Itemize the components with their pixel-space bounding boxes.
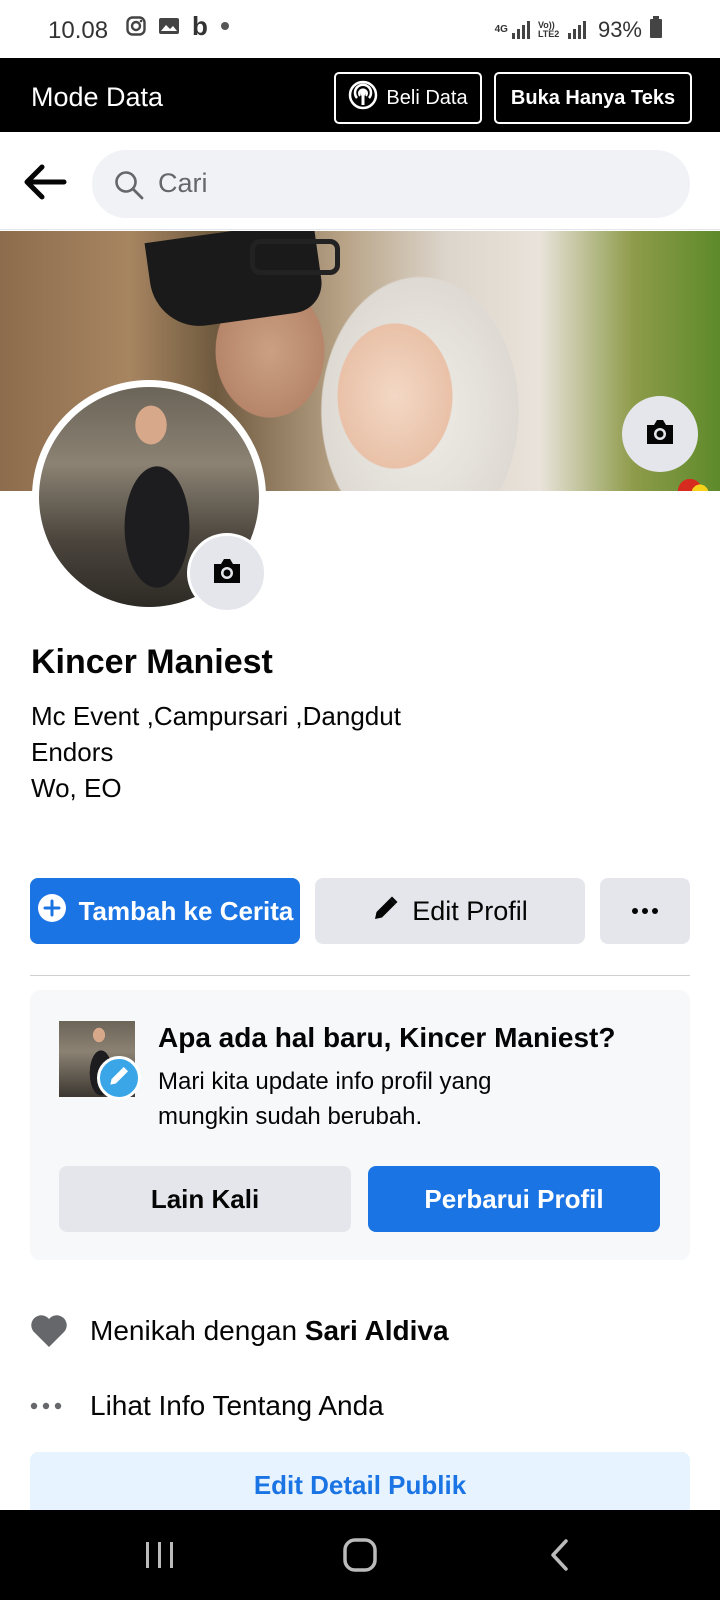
profile-camera-button[interactable] bbox=[187, 533, 267, 613]
battery-percent: 93% bbox=[597, 17, 642, 42]
camera-icon bbox=[211, 557, 243, 590]
bio-line: Mc Event ,Campursari ,Dangdut bbox=[31, 701, 401, 731]
back-nav-icon[interactable] bbox=[530, 1530, 590, 1580]
pencil-icon bbox=[372, 894, 400, 929]
b-app-icon: b bbox=[192, 11, 208, 41]
signal-icon: 4G Vo)) LTE2 bbox=[495, 21, 590, 39]
search-placeholder: Cari bbox=[158, 168, 208, 198]
later-label: Lain Kali bbox=[150, 1183, 260, 1214]
more-options-button[interactable] bbox=[600, 878, 690, 944]
update-profile-label: Perbarui Profil bbox=[424, 1183, 604, 1214]
heart-icon bbox=[30, 1314, 90, 1348]
home-icon[interactable] bbox=[330, 1530, 390, 1580]
bio-line: Endors bbox=[31, 737, 114, 767]
buy-data-button[interactable]: Beli Data bbox=[334, 72, 482, 124]
open-text-only-button[interactable]: Buka Hanya Teks bbox=[494, 72, 692, 124]
edit-public-details-label: Edit Detail Publik bbox=[253, 1469, 467, 1500]
instagram-icon bbox=[126, 16, 146, 36]
system-navigation-bar bbox=[0, 1510, 720, 1600]
camera-icon bbox=[644, 418, 676, 451]
later-button[interactable]: Lain Kali bbox=[59, 1166, 351, 1232]
back-arrow-icon[interactable] bbox=[22, 162, 68, 202]
gallery-icon bbox=[158, 16, 180, 36]
data-mode-bar: Mode Data Beli Data Buka Hanya Teks bbox=[0, 58, 720, 132]
more-dots-icon bbox=[631, 902, 659, 920]
dot-icon bbox=[220, 21, 230, 31]
search-input[interactable]: Cari bbox=[92, 150, 690, 218]
status-bar: 10.08 b 4G Vo)) LTE2 93% bbox=[0, 0, 720, 58]
bio-line: Wo, EO bbox=[31, 773, 122, 803]
add-to-story-button[interactable]: Tambah ke Cerita bbox=[30, 878, 300, 944]
edit-badge bbox=[97, 1056, 141, 1100]
card-description: Mari kita update info profil yang mungki… bbox=[158, 1068, 492, 1130]
open-text-only-label: Buka Hanya Teks bbox=[510, 86, 676, 109]
see-about-label: Lihat Info Tentang Anda bbox=[90, 1390, 384, 1421]
plus-circle-icon bbox=[37, 893, 67, 930]
search-icon bbox=[114, 170, 144, 205]
see-about-row[interactable]: Lihat Info Tentang Anda bbox=[30, 1381, 690, 1431]
more-dots-icon bbox=[30, 1402, 90, 1410]
cover-photo-detail bbox=[250, 239, 340, 275]
partner-name[interactable]: Sari Aldiva bbox=[305, 1315, 449, 1347]
edit-profile-button[interactable]: Edit Profil bbox=[315, 878, 585, 944]
update-profile-button[interactable]: Perbarui Profil bbox=[368, 1166, 660, 1232]
profile-bio: Mc Event ,Campursari ,Dangdut Endors Wo,… bbox=[31, 698, 401, 806]
battery-icon bbox=[650, 16, 662, 44]
status-time: 10.08 bbox=[48, 17, 109, 44]
relationship-row[interactable]: Menikah dengan Sari Aldiva bbox=[30, 1306, 690, 1356]
buy-data-label: Beli Data bbox=[386, 86, 468, 109]
profile-update-card: Apa ada hal baru, Kincer Maniest? Mari k… bbox=[30, 990, 690, 1260]
relationship-prefix: Menikah dengan bbox=[90, 1315, 305, 1346]
section-divider bbox=[30, 975, 690, 976]
cover-camera-button[interactable] bbox=[622, 396, 698, 472]
search-header: Cari bbox=[0, 132, 720, 230]
profile-name: Kincer Maniest bbox=[31, 643, 273, 681]
recents-icon[interactable] bbox=[130, 1530, 190, 1580]
edit-public-details-button[interactable]: Edit Detail Publik bbox=[30, 1452, 690, 1518]
broadcast-icon bbox=[348, 80, 378, 116]
card-title: Apa ada hal baru, Kincer Maniest? bbox=[158, 1022, 616, 1053]
add-to-story-label: Tambah ke Cerita bbox=[78, 895, 294, 926]
edit-profile-label: Edit Profil bbox=[412, 895, 528, 926]
data-mode-title: Mode Data bbox=[31, 82, 164, 112]
pencil-icon bbox=[108, 1065, 130, 1092]
